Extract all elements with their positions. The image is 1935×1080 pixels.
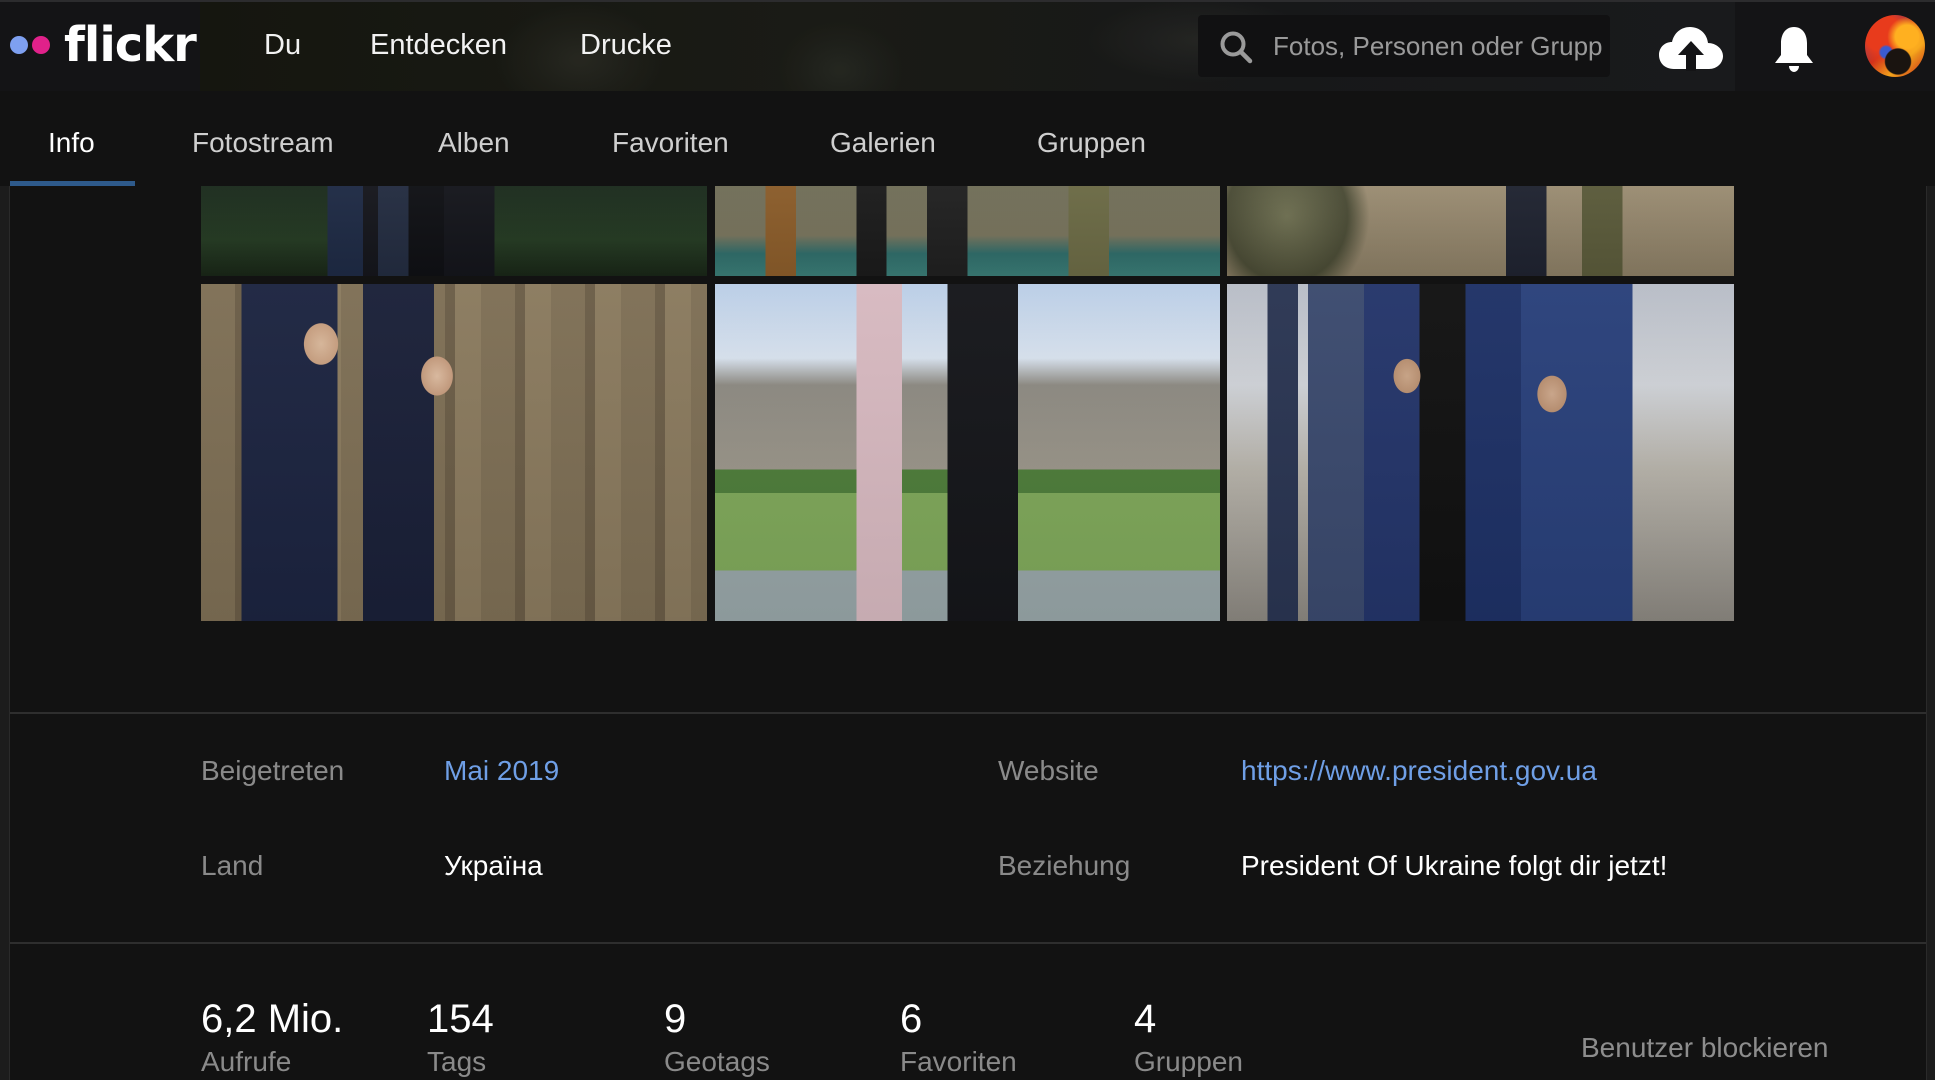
logo-pink-dot-icon xyxy=(32,36,50,54)
cloud-upload-icon[interactable] xyxy=(1658,25,1724,75)
stat-views-value: 6,2 Mio. xyxy=(201,997,344,1041)
tab-alben[interactable]: Alben xyxy=(438,127,510,159)
search-icon[interactable] xyxy=(1218,29,1254,65)
website-label: Website xyxy=(998,755,1099,786)
nav-du[interactable]: Du xyxy=(264,28,301,62)
active-tab-indicator xyxy=(10,181,135,186)
country-value: Україна xyxy=(444,850,543,881)
left-gutter xyxy=(0,186,9,1080)
section-divider xyxy=(10,712,1926,714)
block-user-button[interactable]: Benutzer blockieren xyxy=(1581,1031,1828,1065)
nav-drucke[interactable]: Drucke xyxy=(580,28,672,62)
bell-icon[interactable] xyxy=(1773,25,1815,73)
tab-info[interactable]: Info xyxy=(48,127,95,159)
photo-tile[interactable] xyxy=(201,284,707,621)
right-border xyxy=(1926,186,1927,1080)
profile-tabs: Info Fotostream Alben Favoriten Galerien… xyxy=(0,91,1935,186)
left-border xyxy=(9,186,10,1080)
photo-tile[interactable] xyxy=(201,186,707,276)
website-link[interactable]: https://www.president.gov.ua xyxy=(1241,754,1597,788)
relationship-label: Beziehung xyxy=(998,850,1131,881)
header-top-border xyxy=(0,0,1935,2)
section-divider xyxy=(10,942,1926,944)
avatar[interactable] xyxy=(1865,15,1925,77)
stat-groups-value[interactable]: 4 xyxy=(1134,996,1156,1042)
stat-tags-label: Tags xyxy=(427,1046,487,1077)
global-header: flickr Du Entdecken Drucke xyxy=(0,0,1935,91)
photo-tile[interactable] xyxy=(1227,284,1734,621)
stat-favorites-value[interactable]: 6 xyxy=(900,996,922,1042)
stat-groups-label: Gruppen xyxy=(1134,1046,1243,1077)
stat-views-label: Aufrufe xyxy=(201,1046,292,1077)
nav-entdecken[interactable]: Entdecken xyxy=(370,28,507,62)
logo-blue-dot-icon xyxy=(10,36,28,54)
stat-tags-value[interactable]: 154 xyxy=(427,996,494,1042)
stat-geotags-label: Geotags xyxy=(664,1046,770,1077)
search-box[interactable] xyxy=(1198,15,1610,77)
tab-favoriten[interactable]: Favoriten xyxy=(612,127,729,159)
tab-galerien[interactable]: Galerien xyxy=(830,127,936,159)
relationship-value: President Of Ukraine folgt dir jetzt! xyxy=(1241,850,1668,881)
stat-favorites-label: Favoriten xyxy=(900,1046,1017,1077)
country-label: Land xyxy=(201,850,264,881)
flickr-logo[interactable]: flickr xyxy=(10,17,197,73)
logo-wordmark: flickr xyxy=(64,17,197,73)
photo-tile[interactable] xyxy=(1227,186,1734,276)
tab-gruppen[interactable]: Gruppen xyxy=(1037,127,1146,159)
scrollbar-track[interactable] xyxy=(1927,186,1935,1080)
joined-value-link[interactable]: Mai 2019 xyxy=(444,754,559,788)
search-input[interactable] xyxy=(1273,15,1603,77)
tab-fotostream[interactable]: Fotostream xyxy=(192,127,334,159)
stat-geotags-value[interactable]: 9 xyxy=(664,996,686,1042)
photo-tile[interactable] xyxy=(715,186,1220,276)
photo-tile[interactable] xyxy=(715,284,1220,621)
joined-label: Beigetreten xyxy=(201,755,345,786)
